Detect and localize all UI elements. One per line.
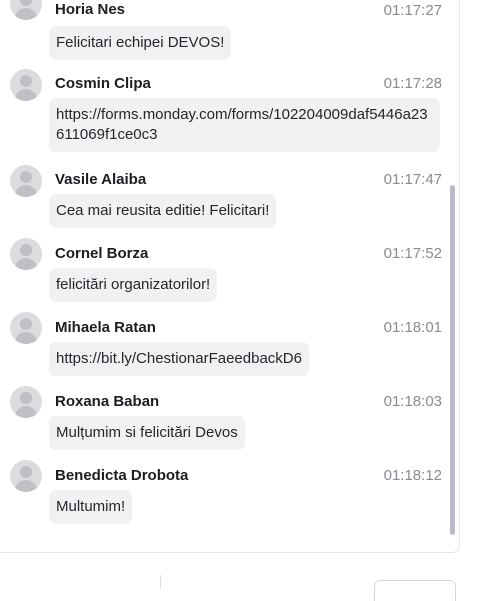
message-bubble: Cea mai reusita editie! Felicitari! — [49, 194, 277, 228]
avatar-icon — [10, 312, 42, 344]
message-bubble: Felicitari echipei DEVOS! — [49, 26, 232, 60]
avatar-icon — [10, 165, 42, 197]
message-timestamp: 01:17:52 — [383, 245, 442, 262]
message-bubble: Mulțumim si felicitări Devos — [49, 416, 245, 450]
message-timestamp: 01:17:27 — [383, 2, 442, 19]
avatar-icon — [10, 238, 42, 270]
message-timestamp: 01:18:01 — [383, 319, 442, 336]
message-timestamp: 01:17:28 — [383, 75, 442, 92]
message-link[interactable]: https://forms.monday.com/forms/102204009… — [49, 98, 440, 152]
message-author: Roxana Baban — [55, 393, 160, 410]
message-author: Mihaela Ratan — [55, 319, 156, 336]
chat-message-list[interactable]: Horia Nes 01:17:27 Felicitari echipei DE… — [0, 0, 460, 553]
message-author: Horia Nes — [55, 1, 126, 18]
message-bubble: felicitări organizatorilor! — [49, 268, 218, 302]
message-timestamp: 01:18:12 — [383, 467, 442, 484]
message-author: Benedicta Drobota — [55, 467, 189, 484]
footer-divider — [160, 575, 161, 588]
message-timestamp: 01:18:03 — [383, 393, 442, 410]
avatar-icon — [10, 386, 42, 418]
message-timestamp: 01:17:47 — [383, 171, 442, 188]
avatar-icon — [10, 460, 42, 492]
message-author: Cornel Borza — [55, 245, 149, 262]
avatar-icon — [10, 69, 42, 101]
message-author: Vasile Alaiba — [55, 171, 147, 188]
scrollbar-thumb[interactable] — [450, 185, 455, 535]
avatar-icon — [10, 0, 42, 20]
message-author: Cosmin Clipa — [55, 75, 151, 92]
message-bubble: Multumim! — [49, 490, 133, 524]
footer-button[interactable] — [374, 580, 456, 601]
message-link[interactable]: https://bit.ly/ChestionarFaeedbackD6 — [49, 342, 309, 376]
